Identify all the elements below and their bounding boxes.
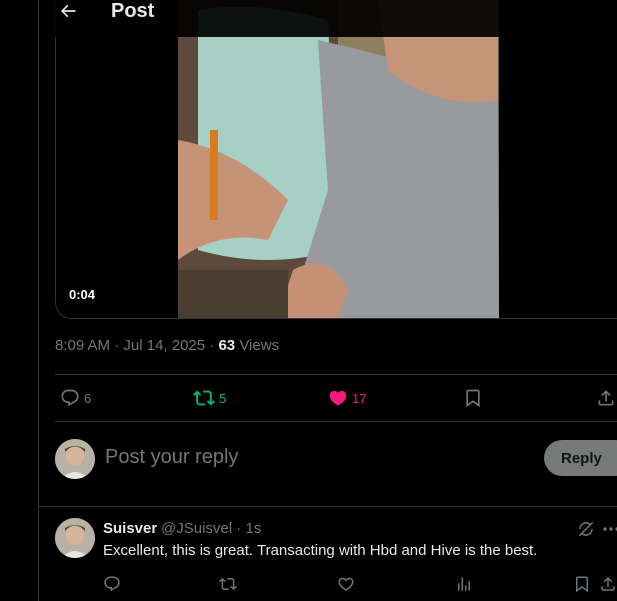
more-icon [603, 527, 617, 531]
reply-bookmark-action[interactable] [573, 575, 591, 593]
bookmark-icon [466, 389, 480, 408]
video-player[interactable]: 0:04 [55, 0, 617, 319]
divider [39, 506, 617, 507]
reply-button[interactable]: Reply [544, 440, 617, 476]
share-icon [601, 576, 615, 591]
divider [55, 374, 617, 375]
share-action[interactable] [596, 386, 616, 410]
grok-icon [578, 521, 594, 537]
reply-input[interactable]: Post your reply [105, 446, 238, 469]
post-time[interactable]: 8:09 AM [55, 337, 110, 354]
reply-repost-action[interactable] [219, 575, 237, 593]
repost-icon [219, 577, 237, 591]
reply-like-action[interactable] [337, 575, 355, 593]
page-title: Post [111, 0, 155, 22]
analytics-icon [458, 577, 470, 591]
like-count: 17 [352, 390, 367, 406]
video-thumbnail [178, 0, 499, 318]
like-icon [329, 390, 347, 406]
views-count: 63 [218, 337, 236, 354]
bookmark-action[interactable] [463, 386, 483, 410]
reply-author-avatar[interactable] [55, 518, 95, 558]
back-arrow-icon [60, 4, 76, 18]
reply-icon [104, 576, 120, 592]
divider [55, 421, 617, 422]
reply-time[interactable]: 1s [245, 520, 261, 537]
repost-icon [193, 390, 215, 406]
repost-action[interactable]: 5 [193, 386, 226, 410]
reply-text: Excellent, this is great. Transacting wi… [103, 542, 538, 559]
bookmark-icon [576, 576, 588, 593]
post-date[interactable]: Jul 14, 2025 [123, 337, 205, 354]
avatar-image [55, 518, 95, 558]
reply-share-action[interactable] [599, 575, 617, 593]
user-avatar[interactable] [55, 439, 95, 479]
share-icon [598, 390, 614, 406]
reply-author-handle-line: @JSuisvel · 1s [161, 520, 261, 537]
reply-icon [61, 389, 79, 407]
reply-count: 6 [84, 390, 92, 406]
like-icon [338, 577, 354, 591]
video-duration: 0:04 [69, 287, 96, 302]
reply-author-name[interactable]: Suisver [103, 520, 157, 537]
grok-button[interactable] [577, 520, 595, 538]
back-button[interactable] [55, 0, 81, 22]
top-header: Post [39, 0, 617, 37]
avatar-image [55, 439, 95, 479]
reply-action[interactable]: 6 [60, 386, 91, 410]
reply-reply-action[interactable] [103, 575, 121, 593]
reply-analytics-action[interactable] [455, 575, 473, 593]
meta-separator: · [114, 337, 124, 354]
like-action[interactable]: 17 [328, 386, 366, 410]
post-meta: 8:09 AM · Jul 14, 2025 · 63 Views [55, 337, 279, 354]
column-border [38, 0, 39, 601]
more-button[interactable] [603, 520, 617, 538]
reply-author-handle[interactable]: @JSuisvel [161, 520, 232, 537]
views-label: Views [239, 337, 280, 354]
video-frame[interactable] [178, 0, 499, 318]
repost-count: 5 [219, 390, 227, 406]
